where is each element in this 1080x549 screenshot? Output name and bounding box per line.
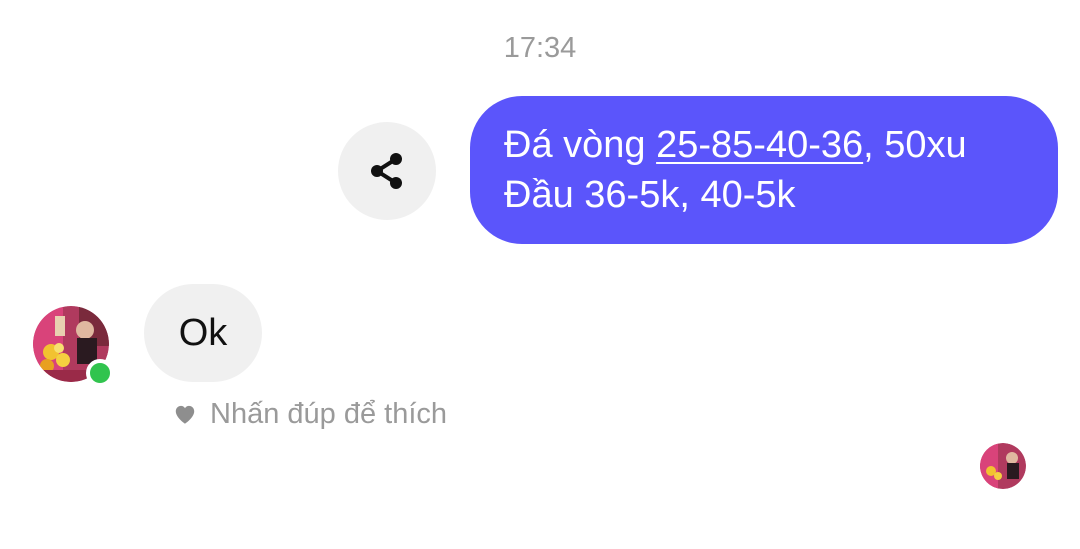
message-timestamp: 17:34 bbox=[503, 32, 577, 64]
seen-avatar bbox=[980, 443, 1026, 489]
heart-icon bbox=[175, 405, 195, 424]
incoming-message-bubble[interactable]: Ok bbox=[144, 284, 262, 382]
share-button[interactable] bbox=[338, 122, 436, 220]
outgoing-message-bubble[interactable]: Đá vòng 25-85-40-36, 50xu Đầu 36-5k, 40-… bbox=[470, 96, 1058, 244]
outgoing-message-line-2: Đầu 36-5k, 40-5k bbox=[504, 174, 796, 216]
outgoing-message-text: Đá vòng bbox=[504, 124, 657, 166]
outgoing-message-text: , 50xu bbox=[863, 124, 967, 166]
contact-avatar-wrap[interactable] bbox=[33, 306, 114, 387]
phone-number-link[interactable]: 25-85-40-36 bbox=[656, 124, 863, 166]
like-hint-text: Nhấn đúp để thích bbox=[210, 397, 448, 430]
outgoing-message-line-1: Đá vòng 25-85-40-36, 50xu bbox=[504, 120, 1030, 170]
incoming-message-text: Ok bbox=[178, 311, 228, 354]
double-tap-like-hint: Nhấn đúp để thích bbox=[172, 394, 447, 434]
share-icon bbox=[371, 153, 402, 189]
online-status-dot bbox=[86, 359, 114, 387]
